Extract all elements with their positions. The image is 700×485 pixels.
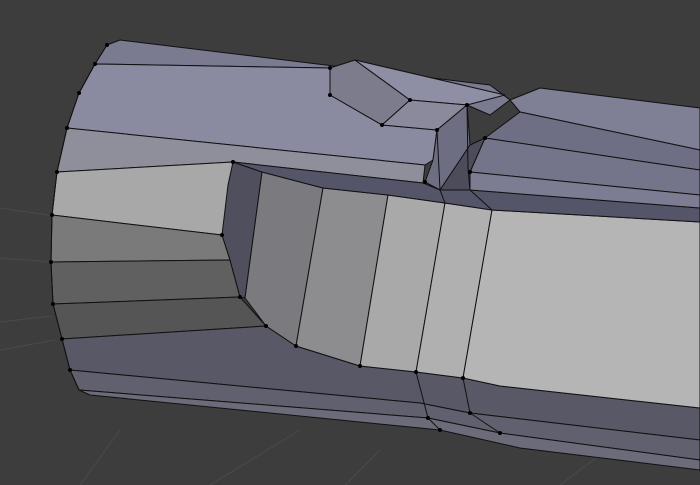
vertex[interactable] <box>408 98 412 102</box>
grid-line <box>79 429 121 485</box>
vertex[interactable] <box>328 66 332 70</box>
vertex[interactable] <box>426 416 430 420</box>
vertex[interactable] <box>77 91 81 95</box>
vertex[interactable] <box>435 128 439 132</box>
grid-line <box>209 429 301 485</box>
vertex[interactable] <box>294 344 298 348</box>
grid-line <box>0 207 56 217</box>
grid-line <box>0 315 53 323</box>
grid-line <box>344 449 381 485</box>
vertex[interactable] <box>468 411 472 415</box>
mesh-object[interactable] <box>50 39 700 471</box>
mesh-face-band-5 <box>50 259 241 305</box>
vertex[interactable] <box>498 431 502 435</box>
vertex[interactable] <box>483 136 487 140</box>
vertex[interactable] <box>93 62 97 66</box>
grid-line <box>559 454 601 485</box>
vertex[interactable] <box>49 260 53 264</box>
vertex[interactable] <box>51 302 55 306</box>
vertex[interactable] <box>220 233 224 237</box>
vertex[interactable] <box>468 170 472 174</box>
vertex[interactable] <box>55 170 59 174</box>
vertex[interactable] <box>60 337 64 341</box>
vertex[interactable] <box>461 376 465 380</box>
vertex[interactable] <box>50 213 54 217</box>
3d-viewport[interactable] <box>0 0 700 485</box>
vertex[interactable] <box>105 43 109 47</box>
grid-line <box>0 339 56 351</box>
vertex[interactable] <box>414 370 418 374</box>
vertex[interactable] <box>264 324 268 328</box>
vertex[interactable] <box>423 180 427 184</box>
vertex[interactable] <box>465 103 469 107</box>
mesh-face-slot-floor-5 <box>462 209 700 409</box>
vertex[interactable] <box>328 93 332 97</box>
grid-line <box>0 257 53 263</box>
vertex[interactable] <box>358 364 362 368</box>
vertex[interactable] <box>231 160 235 164</box>
vertex[interactable] <box>238 295 242 299</box>
vertex[interactable] <box>65 126 69 130</box>
vertex[interactable] <box>68 368 72 372</box>
vertex[interactable] <box>438 428 442 432</box>
vertex[interactable] <box>380 123 384 127</box>
